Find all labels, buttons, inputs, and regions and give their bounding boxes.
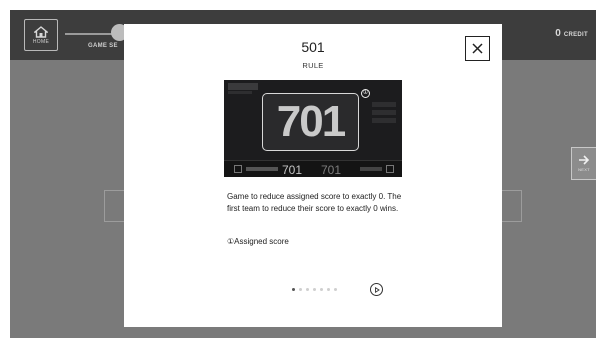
preview-player-icon xyxy=(234,165,242,173)
step-progress-line xyxy=(65,33,115,35)
next-button[interactable]: NEXT xyxy=(571,147,596,180)
preview-side-row xyxy=(372,118,396,123)
preview-score-frame: 701 xyxy=(262,93,359,151)
page-dot[interactable] xyxy=(334,288,337,291)
preview-header-bar xyxy=(228,83,258,90)
close-icon xyxy=(472,43,483,54)
preview-player1-score: 701 xyxy=(282,163,303,177)
credit-label: CREDIT xyxy=(563,32,588,38)
rule-note: ①Assigned score xyxy=(227,237,289,246)
preview-player2-score: 701 xyxy=(321,163,342,177)
play-icon xyxy=(374,286,380,293)
rule-description: Game to reduce assigned score to exactly… xyxy=(227,192,402,213)
page-dot[interactable] xyxy=(327,288,330,291)
page-indicator xyxy=(292,288,337,291)
home-icon xyxy=(34,25,48,38)
page-dot[interactable] xyxy=(299,288,302,291)
preview-side-row xyxy=(372,110,396,115)
credit-display: 0 CREDIT xyxy=(555,28,588,39)
modal-title: 501 xyxy=(301,39,325,55)
preview-player-bar: 701 701 xyxy=(224,160,402,177)
background-panel-left xyxy=(104,190,124,222)
preview-main-score: 701 xyxy=(276,97,346,146)
page-dot[interactable] xyxy=(292,288,295,291)
rule-modal: 501 RULE 701 ① 701 701 Game to reduce as… xyxy=(124,24,502,327)
step-label: GAME SE xyxy=(88,43,118,49)
preview-header-sub xyxy=(228,91,252,94)
modal-subtitle: RULE xyxy=(302,61,324,70)
preview-player-name xyxy=(246,167,278,171)
preview-player-icon xyxy=(386,165,394,173)
arrow-right-icon xyxy=(579,155,590,165)
preview-side-row xyxy=(372,102,396,107)
page-dot[interactable] xyxy=(320,288,323,291)
assigned-score-marker: ① xyxy=(361,89,370,98)
page-dot[interactable] xyxy=(306,288,309,291)
preview-player-name xyxy=(360,167,382,171)
play-button[interactable] xyxy=(370,283,383,296)
home-button[interactable]: HOME xyxy=(24,19,58,51)
page-dot[interactable] xyxy=(313,288,316,291)
next-label: NEXT xyxy=(578,167,590,172)
credit-value: 0 xyxy=(555,28,561,39)
home-label: HOME xyxy=(32,38,50,45)
close-button[interactable] xyxy=(465,36,490,61)
game-preview-image: 701 ① 701 701 xyxy=(224,80,402,177)
background-panel-right xyxy=(502,190,522,222)
